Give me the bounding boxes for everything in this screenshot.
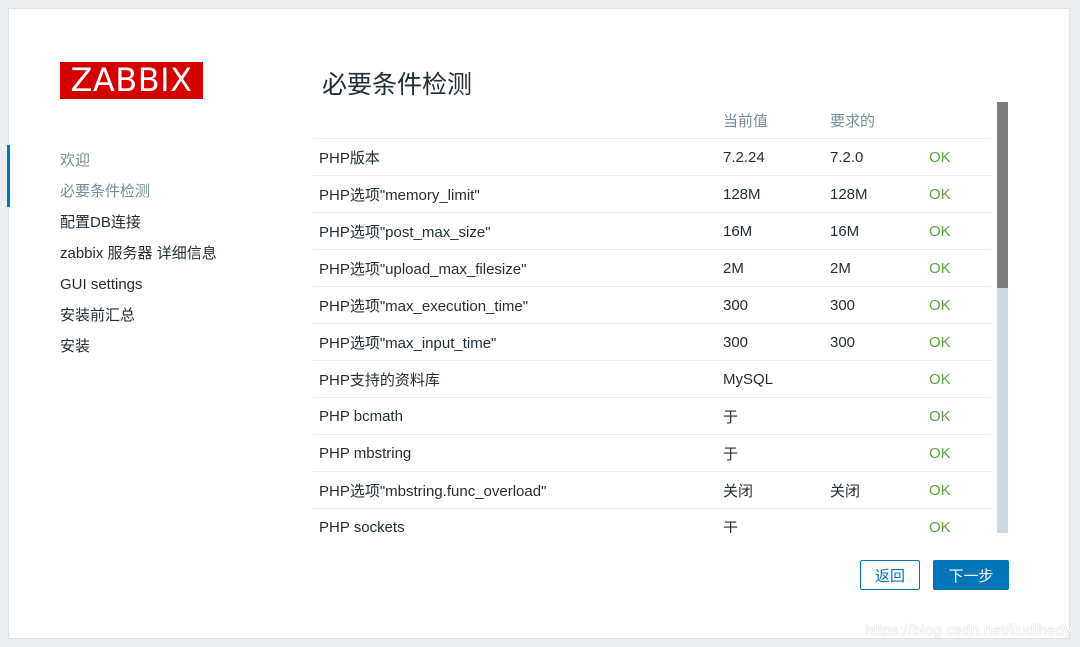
table-row: PHP选项"max_input_time" 300 300 OK <box>313 323 991 361</box>
row-current: 于 <box>723 508 830 533</box>
table-header-row: 当前值 要求的 <box>313 102 991 139</box>
nav-step-server-details[interactable]: zabbix 服务器 详细信息 <box>9 238 269 269</box>
header-name <box>313 102 723 139</box>
header-status <box>929 102 991 139</box>
row-current: 于 <box>723 397 830 435</box>
row-status: OK <box>929 286 991 324</box>
row-status: OK <box>929 323 991 361</box>
row-status: OK <box>929 434 991 472</box>
row-name: PHP bcmath <box>313 397 723 435</box>
row-required: 300 <box>830 286 929 324</box>
header-required: 要求的 <box>830 102 929 139</box>
row-required: 7.2.0 <box>830 138 929 176</box>
row-status: OK <box>929 360 991 398</box>
row-current: 7.2.24 <box>723 138 830 176</box>
row-name: PHP选项"max_input_time" <box>313 323 723 361</box>
header-current-value: 当前值 <box>723 102 830 139</box>
row-status: OK <box>929 138 991 176</box>
row-current: 300 <box>723 323 830 361</box>
scrollbar-thumb[interactable] <box>997 102 1008 288</box>
row-required <box>830 508 929 533</box>
row-name: PHP选项"post_max_size" <box>313 212 723 250</box>
row-name: PHP选项"upload_max_filesize" <box>313 249 723 287</box>
row-required: 2M <box>830 249 929 287</box>
row-name: PHP选项"memory_limit" <box>313 175 723 213</box>
table-row: PHP选项"upload_max_filesize" 2M 2M OK <box>313 249 991 287</box>
row-status: OK <box>929 471 991 509</box>
row-required: 128M <box>830 175 929 213</box>
row-current: 16M <box>723 212 830 250</box>
row-name: PHP选项"mbstring.func_overload" <box>313 471 723 509</box>
page-title: 必要条件检测 <box>322 71 473 99</box>
row-status: OK <box>929 397 991 435</box>
watermark: https://blog.csdn.net/liudihedy <box>865 622 1072 639</box>
table-row: PHP选项"post_max_size" 16M 16M OK <box>313 212 991 250</box>
row-name: PHP sockets <box>313 508 723 533</box>
table-row: PHP支持的资料库 MySQL OK <box>313 360 991 398</box>
row-required: 300 <box>830 323 929 361</box>
nav-step-db-connection[interactable]: 配置DB连接 <box>9 207 269 238</box>
row-current: 128M <box>723 175 830 213</box>
row-required: 关闭 <box>830 471 929 509</box>
row-status: OK <box>929 175 991 213</box>
zabbix-logo: ZABBIX <box>60 62 203 99</box>
row-required <box>830 397 929 435</box>
table-row: PHP mbstring 于 OK <box>313 434 991 472</box>
row-current: 于 <box>723 434 830 472</box>
row-current: 关闭 <box>723 471 830 509</box>
row-status: OK <box>929 249 991 287</box>
row-name: PHP mbstring <box>313 434 723 472</box>
prerequisites-table-container[interactable]: 当前值 要求的 PHP版本 7.2.24 7.2.0 OK PHP选项"memo… <box>313 102 999 533</box>
nav-step-gui-settings[interactable]: GUI settings <box>9 269 269 300</box>
nav-step-welcome[interactable]: 欢迎 <box>7 145 269 176</box>
nav-step-prerequisites[interactable]: 必要条件检测 <box>7 176 269 207</box>
row-name: PHP支持的资料库 <box>313 360 723 398</box>
prerequisites-table: 当前值 要求的 PHP版本 7.2.24 7.2.0 OK PHP选项"memo… <box>313 102 991 533</box>
row-status: OK <box>929 508 991 533</box>
table-row: PHP版本 7.2.24 7.2.0 OK <box>313 138 991 176</box>
table-scrollbar[interactable] <box>997 102 1008 533</box>
row-current: 300 <box>723 286 830 324</box>
table-row: PHP bcmath 于 OK <box>313 397 991 435</box>
row-required <box>830 434 929 472</box>
table-row: PHP sockets 于 OK <box>313 508 991 533</box>
row-required: 16M <box>830 212 929 250</box>
back-button[interactable]: 返回 <box>860 560 920 590</box>
row-required <box>830 360 929 398</box>
row-current: MySQL <box>723 360 830 398</box>
nav-step-summary[interactable]: 安装前汇总 <box>9 300 269 331</box>
row-current: 2M <box>723 249 830 287</box>
setup-steps-nav: 欢迎 必要条件检测 配置DB连接 zabbix 服务器 详细信息 GUI set… <box>7 145 269 362</box>
row-name: PHP版本 <box>313 138 723 176</box>
table-row: PHP选项"mbstring.func_overload" 关闭 关闭 OK <box>313 471 991 509</box>
table-row: PHP选项"max_execution_time" 300 300 OK <box>313 286 991 324</box>
row-status: OK <box>929 212 991 250</box>
next-step-button[interactable]: 下一步 <box>933 560 1009 590</box>
row-name: PHP选项"max_execution_time" <box>313 286 723 324</box>
nav-step-install[interactable]: 安装 <box>9 331 269 362</box>
table-row: PHP选项"memory_limit" 128M 128M OK <box>313 175 991 213</box>
